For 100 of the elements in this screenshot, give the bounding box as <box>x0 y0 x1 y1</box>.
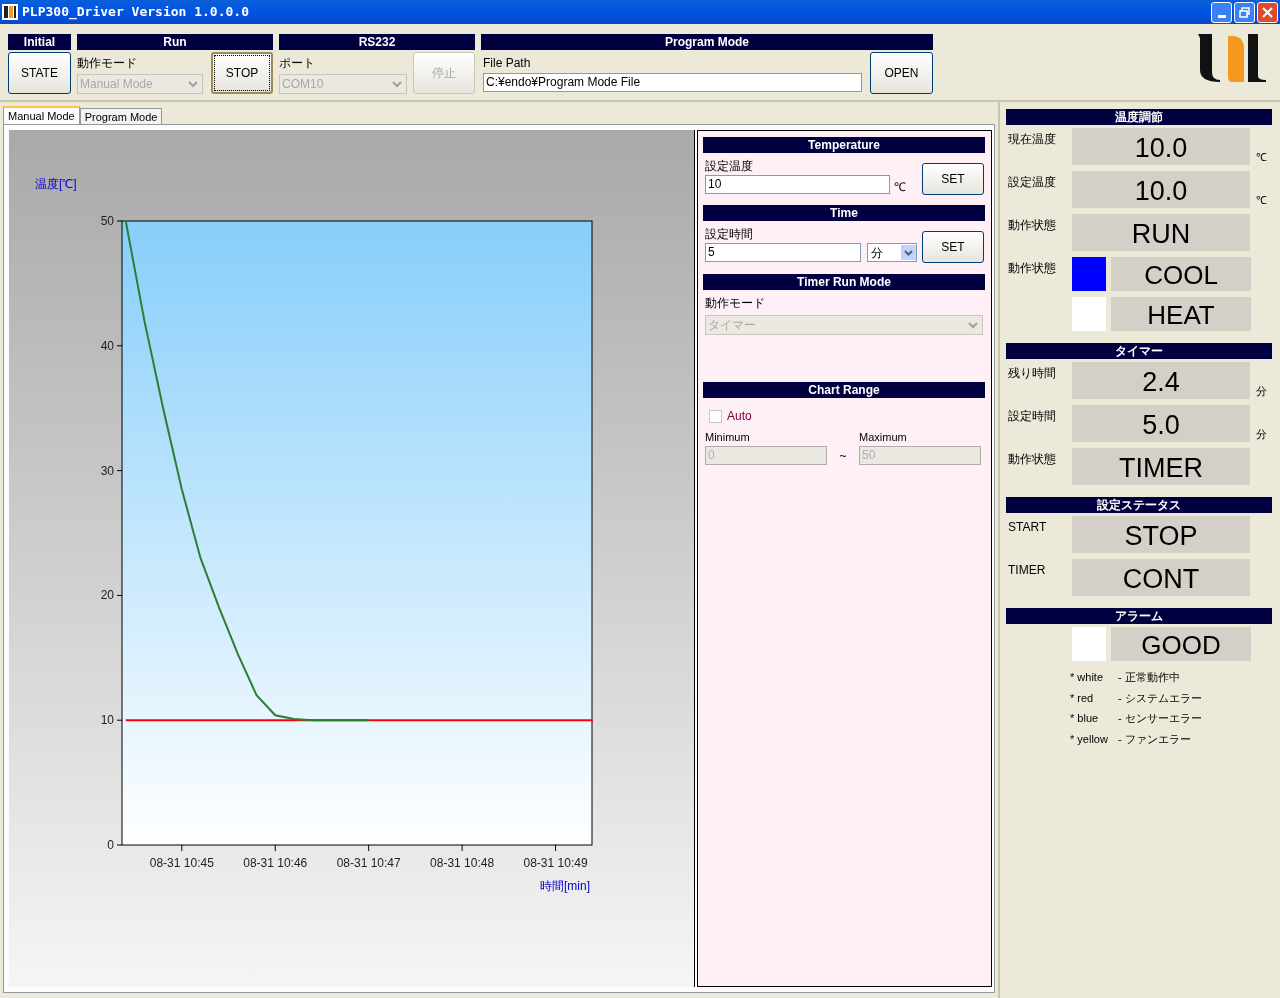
minimize-icon <box>1217 14 1226 18</box>
readout-display: 2.4 <box>1072 362 1250 399</box>
row-label: 設定時間 <box>1008 408 1057 425</box>
unit-label: 分 <box>1255 383 1267 399</box>
y-tick-label: 50 <box>100 214 115 228</box>
section-header: アラーム <box>1006 608 1272 624</box>
y-tick-label: 40 <box>100 338 115 353</box>
y-tick: 20 <box>100 588 123 603</box>
x-tick: 08-31 10:47 <box>336 844 401 870</box>
input-field[interactable]: C:¥endo¥Program Mode File <box>483 73 862 92</box>
range-separator: ~ <box>838 447 848 465</box>
unit-label: ℃ <box>1255 149 1267 165</box>
row-label: 動作状態 <box>1008 451 1057 468</box>
section-header: タイマー <box>1006 343 1272 359</box>
y-tick-label: 10 <box>100 713 115 728</box>
y-tick: 10 <box>100 713 123 728</box>
restore-icon <box>1239 6 1250 18</box>
maximize-button[interactable] <box>1234 1 1255 23</box>
unit-dropdown[interactable]: 分 <box>867 243 917 262</box>
y-tick: 50 <box>100 214 123 228</box>
y-tick-label: 0 <box>107 838 115 852</box>
y-tick: 30 <box>100 463 123 478</box>
push-button[interactable]: STATE <box>8 52 71 94</box>
section-header: Chart Range <box>703 382 985 398</box>
tab[interactable]: Program Mode <box>79 108 163 124</box>
row-label: 動作状態 <box>1008 217 1057 234</box>
section-header: Time <box>703 205 985 221</box>
legend-text: - 正常動作中 <box>1118 670 1180 685</box>
checkbox-label: Auto <box>727 408 752 425</box>
y-tick-label: 30 <box>100 463 115 478</box>
push-button[interactable]: OPEN <box>870 52 933 94</box>
readout-display: 10.0 <box>1072 128 1250 165</box>
push-button[interactable]: SET <box>922 163 984 195</box>
close-icon <box>1262 6 1273 18</box>
dropdown-caret-icon <box>901 245 916 260</box>
status-display: GOOD <box>1111 627 1251 661</box>
readout-display: CONT <box>1072 559 1250 596</box>
readout-display: RUN <box>1072 214 1250 251</box>
readout-display: TIMER <box>1072 448 1250 485</box>
status-display: COOL <box>1111 257 1251 291</box>
unit-label: 分 <box>1255 426 1267 442</box>
y-tick: 40 <box>100 338 123 353</box>
field-label: 動作モード <box>705 295 766 312</box>
close-button[interactable] <box>1257 1 1278 23</box>
section-header: RS232 <box>279 34 475 50</box>
x-tick: 08-31 10:45 <box>149 844 214 870</box>
window-title: PLP300_Driver Version 1.0.0.0 <box>22 3 249 22</box>
field-label: 設定温度 <box>705 158 754 175</box>
field-label: ポート <box>279 55 316 72</box>
row-label: TIMER <box>1008 562 1047 579</box>
y-tick-label: 20 <box>100 588 115 603</box>
section-header: Temperature <box>703 137 985 153</box>
row-label: START <box>1008 519 1048 536</box>
row-label: 設定温度 <box>1008 174 1057 191</box>
checkbox[interactable] <box>709 409 722 423</box>
legend-text: - システムエラー <box>1118 690 1202 706</box>
legend-key: * blue <box>1070 710 1118 727</box>
field-label: Maximum <box>859 430 908 445</box>
legend-text: - ファンエラー <box>1118 731 1191 747</box>
x-tick: 08-31 10:46 <box>243 844 308 870</box>
status-display: HEAT <box>1111 297 1251 331</box>
x-tick-label: 08-31 10:45 <box>149 856 215 870</box>
app-icon <box>2 4 18 20</box>
minimize-button[interactable] <box>1211 1 1232 23</box>
legend-key: * red <box>1070 689 1118 706</box>
unit-label: ℃ <box>894 180 906 194</box>
field-label: File Path <box>483 55 532 72</box>
tab[interactable]: Manual Mode <box>3 106 80 124</box>
readout-display: 10.0 <box>1072 171 1250 208</box>
x-tick: 08-31 10:48 <box>430 844 495 870</box>
section-header: 温度調節 <box>1006 109 1272 125</box>
y-tick: 0 <box>107 838 123 852</box>
section-header: Run <box>77 34 273 50</box>
readout-display: 5.0 <box>1072 405 1250 442</box>
legend-key: * yellow <box>1070 730 1118 747</box>
x-axis-title: 時間[min] <box>540 879 590 893</box>
y-axis-title: 温度[℃] <box>35 177 77 191</box>
section-header: Initial <box>8 34 71 50</box>
unit-label: ℃ <box>1255 192 1267 208</box>
field-label: 動作モード <box>77 55 138 72</box>
x-tick-label: 08-31 10:47 <box>336 856 402 870</box>
input-field[interactable]: 10 <box>705 175 890 194</box>
x-tick: 08-31 10:49 <box>523 844 588 870</box>
field-label: Minimum <box>705 430 751 445</box>
row-label: 残り時間 <box>1008 365 1057 382</box>
row-label: 動作状態 <box>1008 260 1056 277</box>
push-button[interactable]: STOP <box>211 52 273 94</box>
row-label: 現在温度 <box>1008 131 1057 148</box>
field-label: 設定時間 <box>705 226 754 243</box>
section-header: Timer Run Mode <box>703 274 985 290</box>
legend-key: * white <box>1070 669 1118 686</box>
section-header: Program Mode <box>481 34 933 50</box>
section-header: 設定ステータス <box>1006 497 1272 513</box>
x-tick-label: 08-31 10:46 <box>243 856 308 870</box>
x-tick-label: 08-31 10:48 <box>430 856 495 870</box>
legend-text: - センサーエラー <box>1118 711 1202 726</box>
push-button[interactable]: SET <box>922 231 984 263</box>
x-tick-label: 08-31 10:49 <box>523 856 588 870</box>
input-field[interactable]: 5 <box>705 243 861 262</box>
readout-display: STOP <box>1072 516 1250 553</box>
